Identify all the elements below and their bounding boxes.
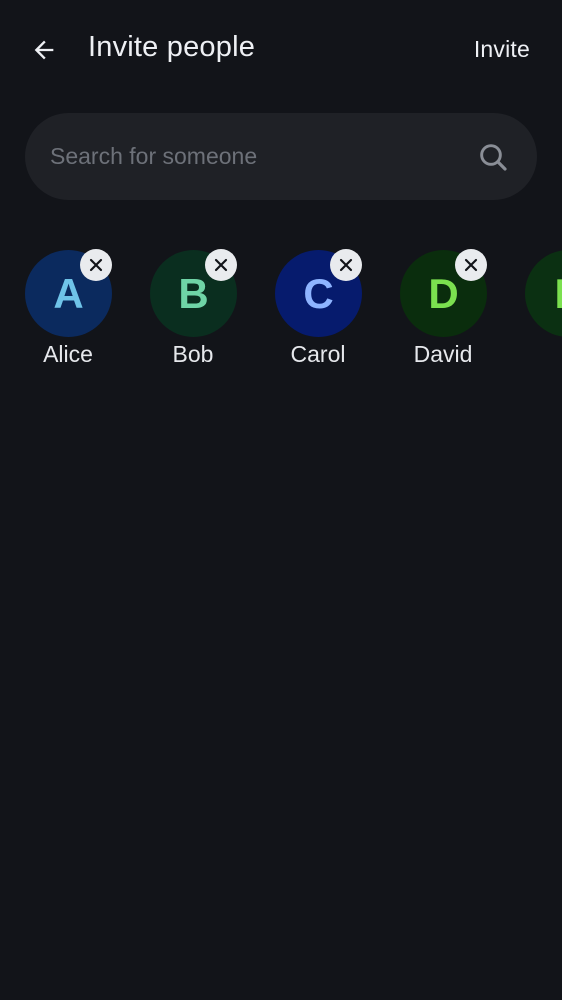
selected-person[interactable]: E E [508,240,562,380]
remove-person-button[interactable] [80,249,112,281]
back-button[interactable] [22,28,66,72]
avatar-initial: A [53,269,84,317]
person-name: Alice [43,341,93,367]
search-input[interactable] [50,113,470,200]
selected-person[interactable]: B Bob [133,240,253,380]
avatar: E [525,250,562,337]
invite-button[interactable]: Invite [474,36,530,63]
person-name: E [508,341,562,368]
avatar-initial: B [178,269,209,317]
top-app-bar: Invite people Invite [0,0,562,100]
selected-person[interactable]: D David [383,240,503,380]
search-bar[interactable] [25,113,537,200]
page-title: Invite people [88,31,256,63]
avatar-initial: C [303,269,334,317]
close-icon [464,258,478,272]
avatar-initial: E [554,270,562,318]
avatar-initial: D [428,269,459,317]
close-icon [214,258,228,272]
selected-person[interactable]: A Alice [8,240,128,380]
remove-person-button[interactable] [205,249,237,281]
person-name: David [413,341,473,367]
close-icon [339,258,353,272]
person-name: Bob [172,341,214,367]
selected-person[interactable]: C Carol [258,240,378,380]
person-name: Carol [290,341,346,367]
arrow-left-icon [34,40,54,60]
close-icon [89,258,103,272]
remove-person-button[interactable] [330,249,362,281]
remove-person-button[interactable] [455,249,487,281]
selected-people-list: A Alice B Bob C Carol D David [0,240,562,380]
search-icon[interactable] [477,141,509,173]
